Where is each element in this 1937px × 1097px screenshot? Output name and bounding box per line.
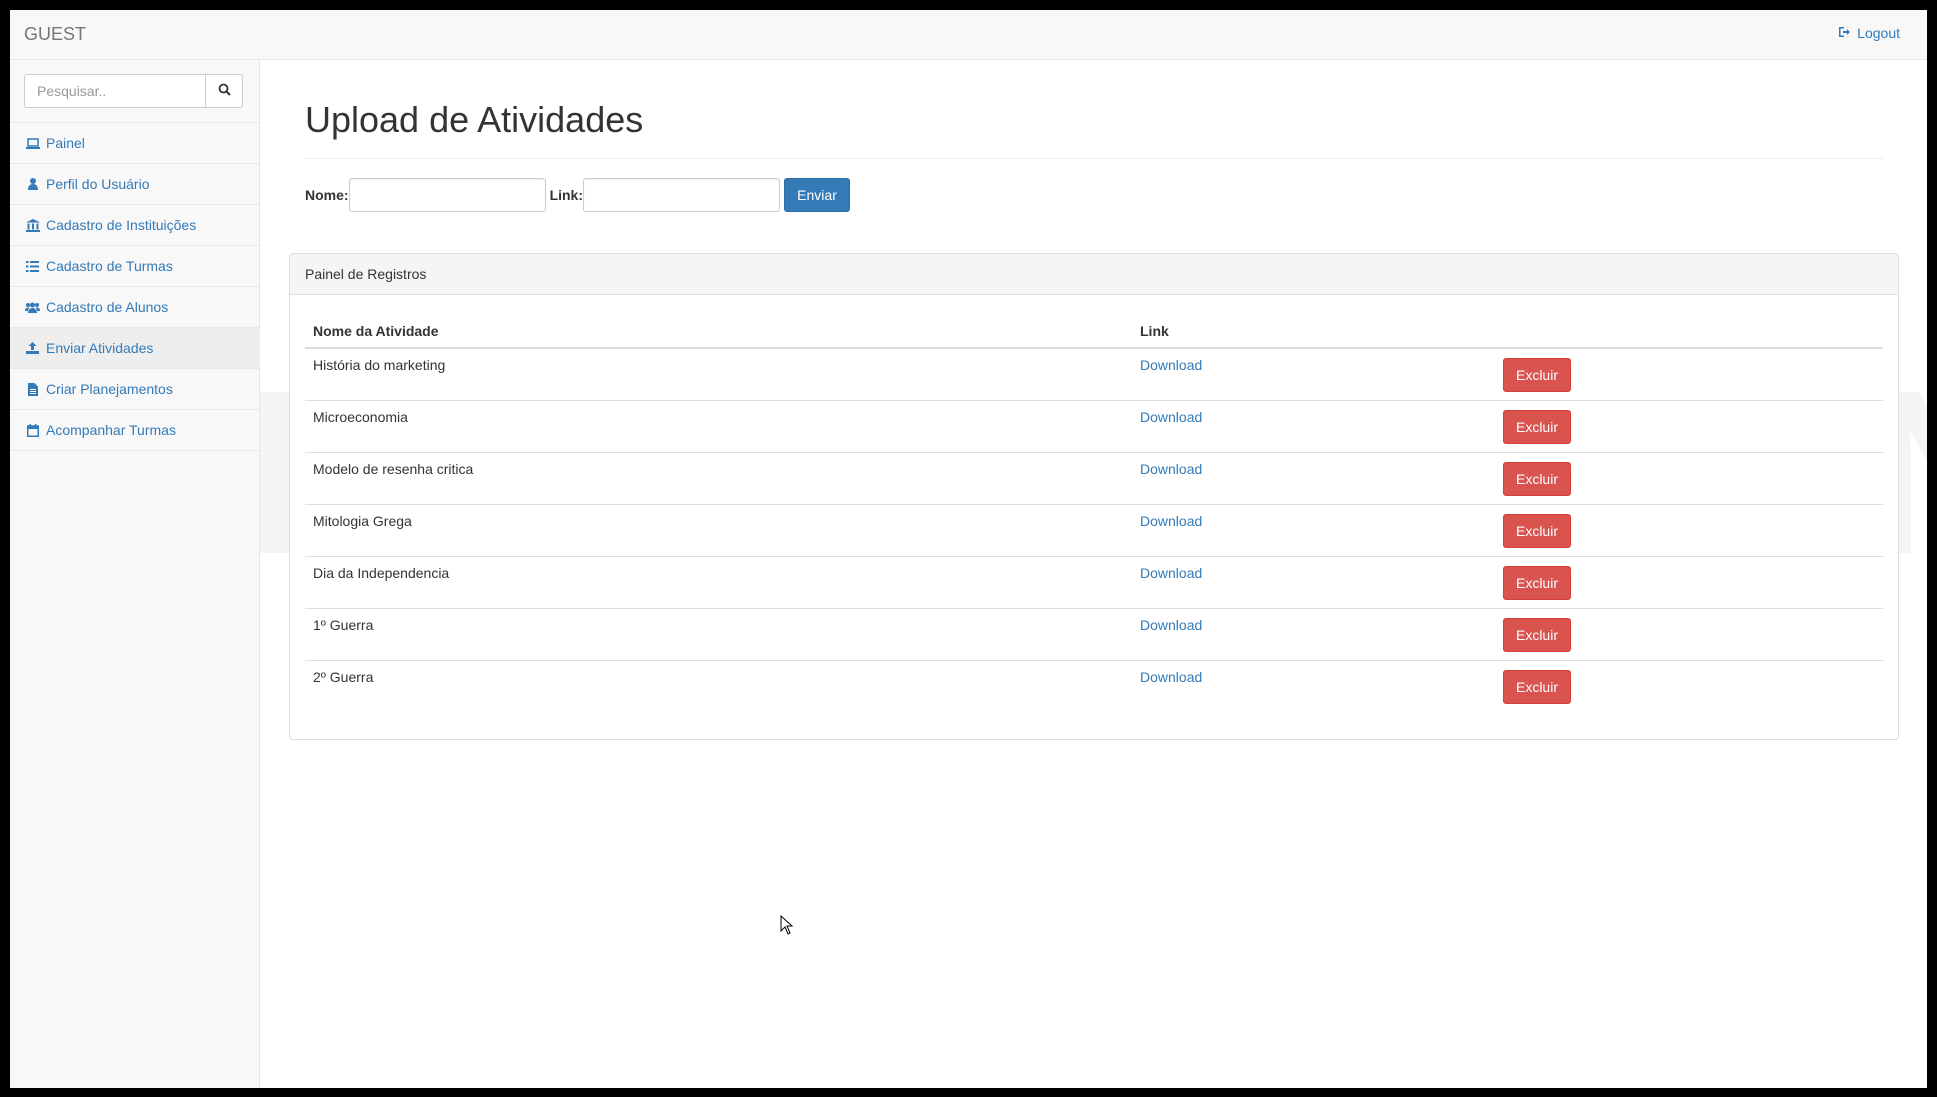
column-header-actions [1495, 311, 1883, 349]
delete-button[interactable]: Excluir [1503, 618, 1571, 652]
panel-heading: Painel de Registros [290, 254, 1898, 295]
download-link[interactable]: Download [1140, 669, 1202, 685]
sign-out-icon [1838, 25, 1851, 41]
page-title: Upload de Atividades [305, 99, 644, 140]
sidebar-item-enviar-atividades[interactable]: Enviar Atividades [10, 328, 260, 369]
delete-button[interactable]: Excluir [1503, 514, 1571, 548]
table-row: Microeconomia Download Excluir [305, 400, 1883, 453]
table-row: Modelo de resenha critica Download Exclu… [305, 452, 1883, 505]
sidebar-item-acompanhar-turmas[interactable]: Acompanhar Turmas [10, 410, 260, 451]
download-link[interactable]: Download [1140, 357, 1202, 373]
file-text-icon [25, 382, 40, 396]
download-link[interactable]: Download [1140, 617, 1202, 633]
sidebar-item-label: Cadastro de Alunos [46, 299, 169, 315]
sidebar-nav: Painel Perfil do Usuário Cadastro de Ins… [10, 122, 260, 451]
sidebar-item-label: Criar Planejamentos [46, 381, 173, 397]
bank-icon [25, 218, 40, 232]
records-table: Nome da Atividade Link História do marke… [305, 311, 1883, 712]
column-header-name: Nome da Atividade [305, 311, 1132, 349]
top-navbar: GUEST Logout [10, 10, 1927, 60]
delete-button[interactable]: Excluir [1503, 410, 1571, 444]
name-field[interactable] [348, 178, 546, 212]
sidebar-item-label: Cadastro de Instituições [46, 217, 197, 233]
sidebar-item-alunos[interactable]: Cadastro de Alunos [10, 287, 260, 328]
sidebar-item-label: Enviar Atividades [46, 340, 154, 356]
sidebar-search [24, 74, 254, 108]
list-icon [25, 260, 40, 273]
activity-name: Dia da Independencia [305, 556, 1132, 609]
sidebar: Painel Perfil do Usuário Cadastro de Ins… [10, 60, 260, 1088]
activity-name: 1º Guerra [305, 608, 1132, 661]
name-label: Nome: [305, 187, 349, 203]
delete-button[interactable]: Excluir [1503, 670, 1571, 704]
records-panel: Painel de Registros Nome da Atividade Li… [289, 253, 1899, 740]
upload-form: Nome: Link: Enviar [305, 178, 851, 212]
sidebar-item-planejamentos[interactable]: Criar Planejamentos [10, 369, 260, 410]
sidebar-item-label: Perfil do Usuário [46, 176, 150, 192]
table-row: 2º Guerra Download Excluir [305, 660, 1883, 712]
sidebar-item-perfil[interactable]: Perfil do Usuário [10, 164, 260, 205]
logout-link[interactable]: Logout [1838, 25, 1900, 41]
laptop-icon [25, 137, 40, 150]
sidebar-item-instituicoes[interactable]: Cadastro de Instituições [10, 205, 260, 246]
users-icon [25, 301, 40, 314]
calendar-icon [25, 423, 40, 437]
activity-name: Mitologia Grega [305, 504, 1132, 557]
activity-name: 2º Guerra [305, 660, 1132, 712]
search-button[interactable] [205, 74, 243, 108]
table-row: História do marketing Download Excluir [305, 348, 1883, 401]
activity-name: Microeconomia [305, 400, 1132, 453]
delete-button[interactable]: Excluir [1503, 462, 1571, 496]
download-link[interactable]: Download [1140, 409, 1202, 425]
upload-icon [25, 342, 40, 355]
title-divider [305, 158, 1883, 159]
table-row: Mitologia Grega Download Excluir [305, 504, 1883, 557]
delete-button[interactable]: Excluir [1503, 358, 1571, 392]
user-icon [25, 178, 40, 191]
sidebar-item-label: Painel [46, 135, 85, 151]
activity-name: História do marketing [313, 357, 446, 373]
activity-name: Modelo de resenha critica [305, 452, 1132, 505]
main-content: Upload de Atividades Nome: Link: Enviar … [260, 60, 1927, 1088]
sidebar-item-turmas[interactable]: Cadastro de Turmas [10, 246, 260, 287]
search-input[interactable] [24, 74, 206, 108]
submit-button[interactable]: Enviar [784, 178, 851, 212]
logout-label: Logout [1857, 25, 1900, 41]
download-link[interactable]: Download [1140, 513, 1202, 529]
link-field[interactable] [583, 178, 781, 212]
sidebar-item-label: Acompanhar Turmas [46, 422, 176, 438]
column-header-link: Link [1132, 311, 1495, 349]
sidebar-item-label: Cadastro de Turmas [46, 258, 173, 274]
table-row: Dia da Independencia Download Excluir [305, 556, 1883, 609]
link-label: Link: [549, 187, 584, 203]
table-row: 1º Guerra Download Excluir [305, 608, 1883, 661]
download-link[interactable]: Download [1140, 565, 1202, 581]
delete-button[interactable]: Excluir [1503, 566, 1571, 600]
brand[interactable]: GUEST [24, 24, 86, 45]
search-icon [218, 83, 231, 99]
sidebar-item-painel[interactable]: Painel [10, 123, 260, 164]
table-header-row: Nome da Atividade Link [305, 311, 1883, 349]
download-link[interactable]: Download [1140, 461, 1202, 477]
app-window: DEMO VERSION GUEST Logout Pain [10, 10, 1927, 1088]
